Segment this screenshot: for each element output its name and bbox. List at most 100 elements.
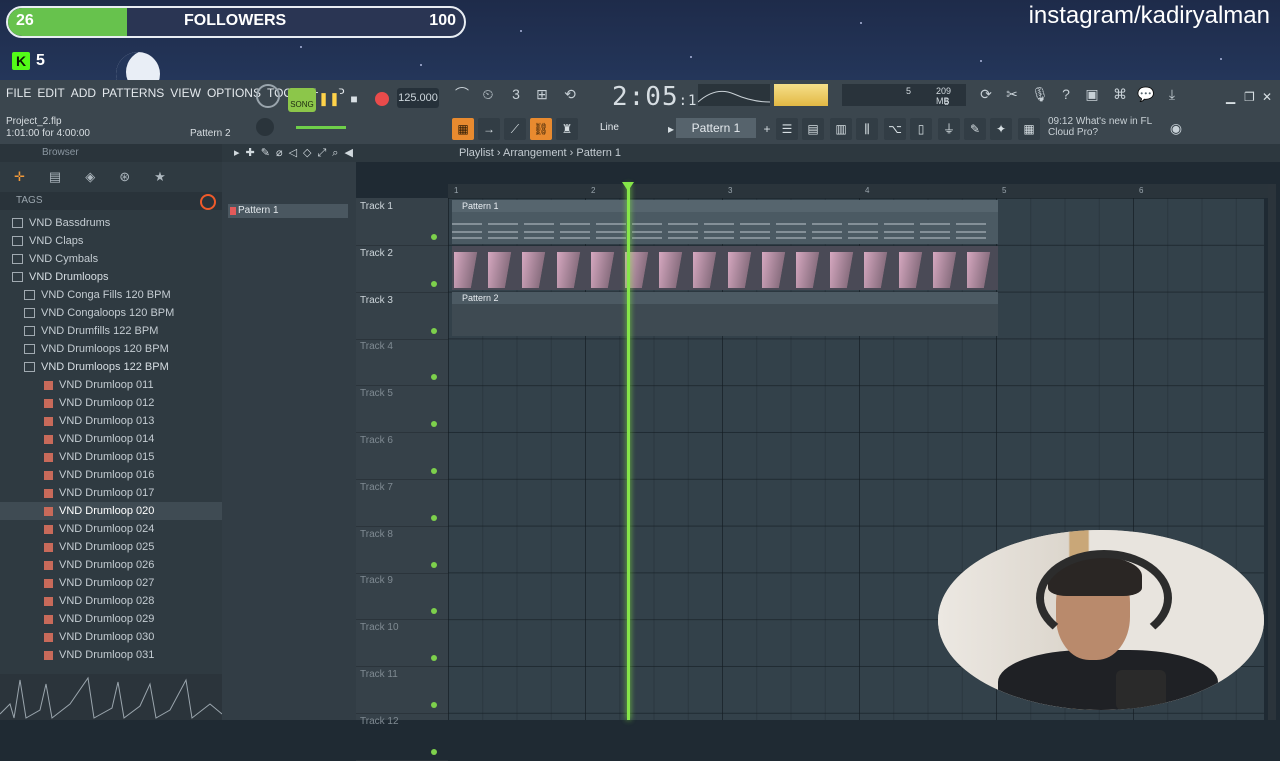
browser-file-item[interactable]: VND Drumloop 029 — [0, 610, 222, 628]
track-header[interactable]: Track 4 — [356, 338, 448, 387]
step-edit-icon[interactable]: ⊞ — [532, 84, 552, 104]
track-mute-led[interactable] — [431, 608, 437, 615]
browser-file-item[interactable]: VND Drumloop 013 — [0, 412, 222, 430]
search-icon[interactable] — [200, 194, 216, 210]
master-volume-slider[interactable] — [296, 126, 346, 129]
news-panel[interactable]: 09:12 What's new in FL Cloud Pro? — [1048, 116, 1152, 138]
browser-file-item[interactable]: VND Drumloop 025 — [0, 538, 222, 556]
globe-icon[interactable]: ◉ — [1166, 118, 1186, 138]
track-header[interactable]: Track 11 — [356, 666, 448, 714]
playlist-arrangement[interactable]: Arrangement — [503, 147, 567, 159]
timeline-ruler[interactable]: 1 2 3 4 5 6 — [448, 184, 1268, 198]
brush-icon[interactable]: ✎ — [964, 118, 986, 140]
help-icon[interactable]: ? — [1056, 84, 1076, 104]
menu-edit[interactable]: EDIT — [37, 86, 64, 100]
browser-folder-item[interactable]: VND Drumfills 122 BPM — [0, 322, 222, 340]
playlist-icon[interactable]: ☰ — [776, 118, 798, 140]
browser-file-item[interactable]: VND Drumloop 016 — [0, 466, 222, 484]
pattern-clip-track3[interactable]: Pattern 2 — [452, 292, 998, 336]
track-header[interactable]: Track 6 — [356, 432, 448, 480]
browser-file-item[interactable]: VND Drumloop 031 — [0, 646, 222, 664]
track-mute-led[interactable] — [431, 327, 437, 334]
track-mute-led[interactable] — [431, 748, 437, 755]
menu-file[interactable]: FILE — [6, 86, 31, 100]
song-mode-toggle[interactable]: SONG — [288, 88, 316, 112]
master-pitch-knob[interactable] — [256, 118, 274, 136]
loop-record-icon[interactable]: ⟲ — [560, 84, 580, 104]
browser-folder-item[interactable]: VND Cymbals — [0, 250, 222, 268]
metronome-icon[interactable]: ⌒ — [452, 84, 472, 104]
store-icon[interactable]: ▦ — [1018, 118, 1040, 140]
track-mute-led[interactable] — [431, 702, 437, 708]
playlist-current-pattern[interactable]: Pattern 1 — [576, 147, 621, 159]
browser-folder-item[interactable]: VND Conga Fills 120 BPM — [0, 286, 222, 304]
browser-folder-item[interactable]: VND Claps — [0, 232, 222, 250]
tab-plugins-icon[interactable]: ◈ — [85, 169, 95, 185]
track-mute-led[interactable] — [431, 421, 437, 428]
browser-file-item[interactable]: VND Drumloop 028 — [0, 592, 222, 610]
browser-folder-item[interactable]: VND Drumloops 120 BPM — [0, 340, 222, 358]
download-icon[interactable]: ⤓ — [1162, 84, 1182, 104]
countdown-icon[interactable]: 3 — [506, 84, 526, 104]
tab-favorites-icon[interactable]: ★ — [154, 169, 166, 185]
pattern-clip-track1[interactable]: Pattern 1 — [452, 200, 998, 244]
track-mute-led[interactable] — [431, 280, 437, 287]
menu-view[interactable]: VIEW — [170, 86, 201, 100]
playlist-tool-icons[interactable]: ▸✚✎⌀◁◇⤢⌕◀ — [234, 146, 359, 160]
master-volume-knob[interactable] — [256, 84, 280, 108]
track-mute-led[interactable] — [431, 374, 437, 381]
track-header[interactable]: Track 1 — [356, 198, 448, 246]
menu-patterns[interactable]: PATTERNS — [102, 86, 164, 100]
browser-file-item[interactable]: VND Drumloop 020 — [0, 502, 222, 520]
track-header[interactable]: Track 7 — [356, 479, 448, 527]
browser-tree-icon[interactable]: ⌥ — [884, 118, 906, 140]
plugin-icon[interactable]: ⌘ — [1110, 84, 1130, 104]
playlist-view-button[interactable]: ▦ — [452, 118, 474, 140]
close-icon[interactable]: ✕ — [1262, 90, 1272, 104]
track-header[interactable]: Track 9 — [356, 572, 448, 621]
link-icon[interactable]: ⛓ — [530, 118, 552, 140]
audio-clip-track2[interactable] — [452, 246, 999, 290]
microphone-icon[interactable]: 🎙 — [1030, 84, 1050, 104]
track-mute-led[interactable] — [431, 655, 437, 662]
track-header[interactable]: Track 5 — [356, 385, 448, 434]
wand-icon[interactable]: ✦ — [990, 118, 1012, 140]
paint-icon[interactable]: ⟋ — [504, 118, 526, 140]
stamp-icon[interactable]: ♜ — [556, 118, 578, 140]
track-header[interactable]: Track 3 — [356, 292, 448, 340]
wait-input-icon[interactable]: ⏲ — [478, 84, 498, 104]
browser-folder-item[interactable]: VND Drumloops — [0, 268, 222, 286]
plug-icon[interactable]: ⏚ — [938, 118, 960, 140]
stop-button[interactable]: ■ — [345, 88, 363, 110]
pattern-list-item[interactable]: Pattern 1 — [228, 204, 348, 218]
browser-folder-item[interactable]: VND Drumloops 122 BPM — [0, 358, 222, 376]
tab-current-project-icon[interactable]: ▤ — [49, 169, 61, 185]
browser-file-item[interactable]: VND Drumloop 014 — [0, 430, 222, 448]
channel-rack-icon[interactable]: ▥ — [830, 118, 852, 140]
save-icon[interactable]: ▣ — [1082, 84, 1102, 104]
tempo-display[interactable]: 125.000 — [397, 88, 439, 108]
browser-file-item[interactable]: VND Drumloop 011 — [0, 376, 222, 394]
browser-file-item[interactable]: VND Drumloop 012 — [0, 394, 222, 412]
track-mute-led[interactable] — [431, 234, 437, 240]
track-mute-led[interactable] — [431, 468, 437, 474]
pattern-selector[interactable]: Pattern 1 — [676, 118, 756, 138]
arrow-icon[interactable]: → — [478, 118, 500, 140]
add-pattern-icon[interactable]: + — [756, 118, 778, 140]
record-button[interactable] — [375, 92, 389, 106]
snap-mode-select[interactable]: Line — [600, 120, 650, 136]
vertical-scrollbar[interactable] — [1268, 184, 1276, 720]
menu-add[interactable]: ADD — [71, 86, 96, 100]
browser-folder-item[interactable]: VND Bassdrums — [0, 214, 222, 232]
time-display[interactable]: 2:05:17 — [612, 82, 707, 112]
tools-icon[interactable]: ✂ — [1002, 84, 1022, 104]
tab-all-icon[interactable]: ✛ — [14, 169, 25, 185]
track-header[interactable]: Track 10 — [356, 619, 448, 668]
track-mute-led[interactable] — [431, 514, 437, 521]
browser-folder-item[interactable]: VND Congaloops 120 BPM — [0, 304, 222, 322]
browser-file-item[interactable]: VND Drumloop 026 — [0, 556, 222, 574]
play-pause-button[interactable]: ❚❚ — [318, 88, 340, 110]
tab-plugin-db-icon[interactable]: ⊛ — [119, 169, 130, 185]
browser-file-item[interactable]: VND Drumloop 030 — [0, 628, 222, 646]
tags-bar[interactable]: TAGS — [0, 192, 222, 210]
